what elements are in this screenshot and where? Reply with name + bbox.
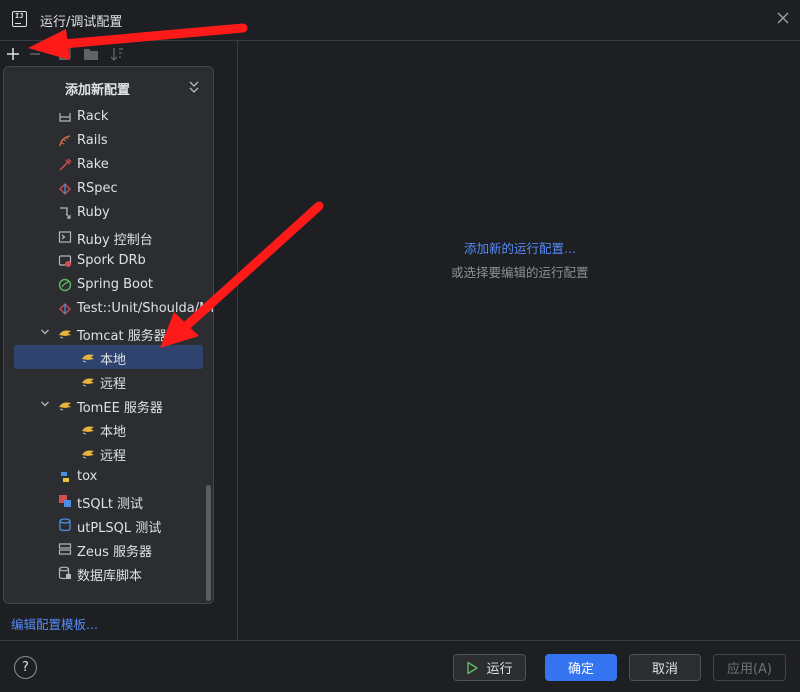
tomee-icon	[82, 426, 94, 435]
help-button[interactable]: ?	[14, 656, 37, 679]
config-type-item[interactable]: 远程	[4, 369, 213, 393]
config-type-item[interactable]: 数据库脚本	[4, 561, 213, 585]
ruby-console-icon	[58, 231, 72, 243]
tomee-icon	[82, 450, 94, 459]
config-type-item[interactable]: Rack	[4, 105, 213, 129]
utplsql-icon	[59, 518, 71, 532]
window-title: 运行/调试配置	[40, 15, 123, 30]
copy-icon	[59, 47, 71, 60]
database-script-icon	[58, 566, 71, 580]
ok-button[interactable]: 确定	[545, 654, 617, 681]
tomee-icon	[59, 402, 71, 411]
config-type-item[interactable]: Rails	[4, 129, 213, 153]
config-type-item[interactable]: Spork DRb	[4, 249, 213, 273]
config-type-label: Zeus 服务器	[77, 545, 153, 560]
spring-boot-icon	[58, 278, 72, 292]
config-type-item[interactable]: Ruby 控制台	[4, 225, 213, 249]
tomcat-icon	[82, 354, 94, 363]
config-type-item[interactable]: utPLSQL 测试	[4, 513, 213, 537]
config-type-label: Spork DRb	[77, 253, 146, 268]
config-type-item[interactable]: Ruby	[4, 201, 213, 225]
config-type-label: 本地	[100, 425, 127, 440]
spork-icon	[58, 255, 72, 267]
plus-icon	[7, 48, 19, 60]
config-type-label: Rake	[77, 157, 109, 172]
config-type-item[interactable]: tSQLt 测试	[4, 489, 213, 513]
ruby-icon	[60, 207, 71, 219]
footer-divider	[0, 640, 800, 641]
rspec-icon	[59, 183, 71, 195]
config-type-label: Rack	[77, 109, 109, 124]
python-icon	[61, 472, 69, 482]
config-type-item[interactable]: Rake	[4, 153, 213, 177]
config-type-label: utPLSQL 测试	[77, 521, 162, 536]
config-toolbar	[0, 41, 237, 65]
config-type-item[interactable]: 远程	[4, 441, 213, 465]
add-new-run-config-link[interactable]: 添加新的运行配置...	[464, 238, 576, 257]
intellij-app-icon: IJ	[12, 11, 27, 27]
rails-icon	[59, 135, 71, 147]
config-type-label: 数据库脚本	[77, 569, 143, 584]
remove-config-button[interactable]	[26, 45, 44, 63]
config-type-item[interactable]: Test::Unit/Shoulda/Minitest	[4, 297, 214, 321]
config-type-item[interactable]: RSpec	[4, 177, 213, 201]
folder-button[interactable]	[82, 45, 100, 63]
config-type-label: 远程	[100, 377, 127, 392]
popup-header: 添加新配置	[4, 67, 213, 105]
rake-icon	[59, 158, 72, 171]
chevron-down-icon[interactable]	[40, 399, 50, 409]
sort-icon	[110, 48, 123, 61]
copy-config-button[interactable]	[56, 45, 74, 63]
zeus-icon	[58, 543, 72, 555]
config-type-label: Ruby 控制台	[77, 233, 153, 248]
config-type-item[interactable]: Spring Boot	[4, 273, 213, 297]
config-type-label: Test::Unit/Shoulda/Minitest	[77, 301, 214, 316]
close-icon[interactable]	[776, 11, 790, 25]
config-type-label: TomEE 服务器	[77, 401, 163, 416]
config-type-label: Rails	[77, 133, 108, 148]
run-button[interactable]: 运行	[453, 654, 526, 681]
config-type-item[interactable]: TomEE 服务器	[4, 393, 213, 417]
tsqlt-icon	[59, 495, 71, 507]
apply-button[interactable]: 应用(A)	[713, 654, 786, 681]
sort-button[interactable]	[108, 45, 126, 63]
config-type-item[interactable]: 本地	[4, 345, 213, 369]
collapse-icon[interactable]	[188, 80, 200, 94]
config-type-item[interactable]: Tomcat 服务器	[4, 321, 213, 345]
run-button-label: 运行	[486, 662, 513, 677]
rack-icon	[59, 113, 71, 122]
edit-config-templates-link[interactable]: 编辑配置模板...	[11, 614, 98, 633]
play-icon	[467, 661, 479, 674]
add-new-config-popup: 添加新配置 Rack Rails Rake RSpec Ruby Ruby 控制台 Spor…	[3, 66, 214, 604]
tomcat-icon	[82, 378, 94, 387]
config-type-item[interactable]: Zeus 服务器	[4, 537, 213, 561]
minus-icon	[30, 53, 40, 55]
popup-scrollbar[interactable]	[206, 485, 211, 601]
panel-divider	[237, 41, 238, 640]
config-type-label: 本地	[100, 353, 127, 368]
config-type-label: Ruby	[77, 205, 110, 220]
folder-icon	[84, 49, 98, 60]
config-type-label: Tomcat 服务器	[77, 329, 167, 344]
select-config-hint: 或选择要编辑的运行配置	[451, 265, 589, 280]
tomcat-icon	[59, 330, 71, 339]
config-type-label: 远程	[100, 449, 127, 464]
add-config-button[interactable]	[4, 45, 22, 63]
chevron-down-icon[interactable]	[40, 327, 50, 337]
test-unit-icon	[59, 303, 71, 315]
config-type-item[interactable]: 本地	[4, 417, 213, 441]
cancel-button[interactable]: 取消	[629, 654, 701, 681]
config-type-item[interactable]: tox	[4, 465, 213, 489]
config-type-label: tox	[77, 469, 98, 484]
config-type-label: RSpec	[77, 181, 118, 196]
config-type-label: Spring Boot	[77, 277, 154, 292]
config-type-label: tSQLt 测试	[77, 497, 144, 512]
popup-title: 添加新配置	[65, 83, 131, 98]
title-bar: IJ 运行/调试配置	[0, 0, 800, 40]
